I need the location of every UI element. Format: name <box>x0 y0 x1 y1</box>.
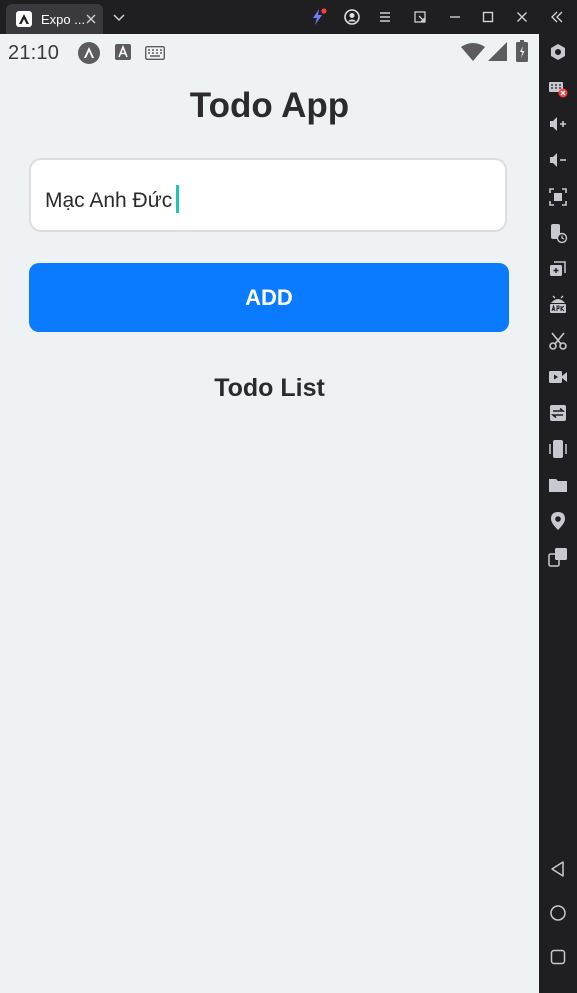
recents-icon[interactable] <box>548 947 568 967</box>
volume-up-icon[interactable] <box>548 114 568 134</box>
account-icon[interactable] <box>343 8 361 26</box>
battery-icon <box>516 40 528 62</box>
todo-list-title: Todo List <box>214 374 325 402</box>
expo-icon <box>78 42 100 64</box>
todo-input[interactable]: Mạc Anh Đức <box>29 158 507 232</box>
browser-tab[interactable]: Expo ... <box>6 4 103 34</box>
tab-title: Expo ... <box>41 12 86 27</box>
text-caret <box>176 185 180 213</box>
expo-app-icon <box>16 11 32 27</box>
todo-input-value: Mạc Anh Đức <box>45 185 180 213</box>
add-button[interactable]: ADD <box>29 263 509 332</box>
maximize-icon[interactable] <box>479 8 497 26</box>
wifi-icon <box>461 43 485 61</box>
status-bar: 21:10 <box>0 34 539 72</box>
font-icon <box>115 44 131 60</box>
phone-screen: 21:10 Todo App Mạc Anh Đức ADD Todo List <box>0 34 539 993</box>
location-icon[interactable] <box>548 511 568 531</box>
video-record-icon[interactable] <box>548 367 568 387</box>
keyboard-icon <box>145 46 165 60</box>
multi-instance-icon[interactable] <box>548 547 568 567</box>
tab-dropdown-icon[interactable] <box>110 8 128 26</box>
scissors-icon[interactable] <box>548 331 568 351</box>
rotate-icon[interactable] <box>548 223 568 243</box>
swap-icon[interactable] <box>548 403 568 423</box>
lightning-icon[interactable] <box>309 8 327 26</box>
folder-icon[interactable] <box>548 475 568 495</box>
multi-window-icon[interactable] <box>548 259 568 279</box>
todo-input-text: Mạc Anh Đức <box>45 189 173 212</box>
tab-close-icon[interactable] <box>85 11 97 27</box>
back-icon[interactable] <box>548 859 568 879</box>
settings-hex-icon[interactable] <box>548 42 568 62</box>
screenshot-icon[interactable] <box>548 187 568 207</box>
keyboard-off-icon[interactable] <box>548 78 568 98</box>
shake-icon[interactable] <box>548 439 568 459</box>
app-title: Todo App <box>189 86 350 125</box>
volume-down-icon[interactable] <box>548 150 568 170</box>
signal-icon <box>488 42 507 61</box>
emulator-sidebar <box>539 34 577 993</box>
home-icon[interactable] <box>548 903 568 923</box>
status-time: 21:10 <box>8 42 60 64</box>
collapse-sidebar-icon[interactable] <box>548 8 566 26</box>
minimize-icon[interactable] <box>446 8 464 26</box>
close-icon[interactable] <box>513 8 531 26</box>
apk-install-icon[interactable] <box>548 295 568 315</box>
window-title-bar: Expo ... <box>0 0 577 34</box>
menu-icon[interactable] <box>376 8 394 26</box>
pin-window-icon[interactable] <box>411 8 429 26</box>
